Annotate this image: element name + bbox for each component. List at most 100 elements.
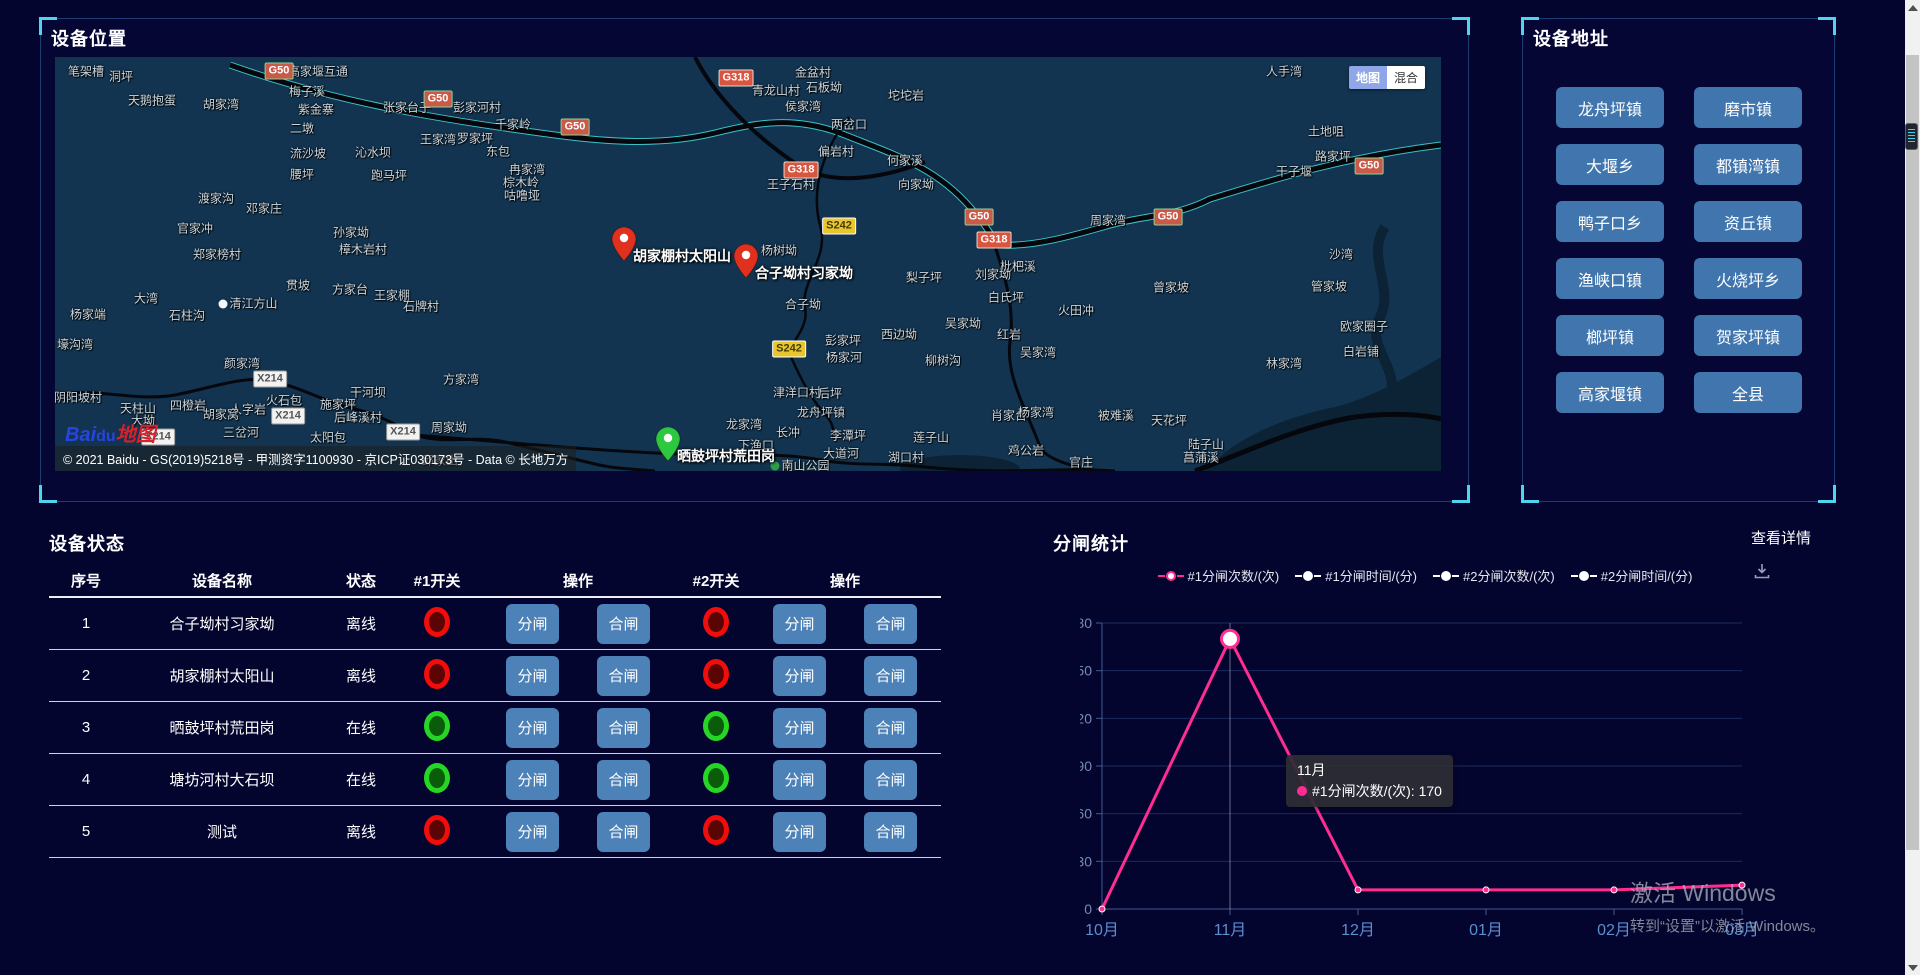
open-breaker-button[interactable]: 分闸 xyxy=(506,656,559,696)
address-button-鸭子口乡[interactable]: 鸭子口乡 xyxy=(1556,201,1664,242)
scrollbar-up-arrow[interactable] xyxy=(1908,5,1918,11)
view-details-link[interactable]: 查看详情 xyxy=(1751,527,1811,548)
operation-cell: 分闸合闸 xyxy=(473,604,683,644)
open-breaker-button[interactable]: 分闸 xyxy=(773,812,826,852)
table-cell: 合子坳村习家坳 xyxy=(123,613,321,634)
map-attribution: © 2021 Baidu - GS(2019)5218号 - 甲测资字11009… xyxy=(55,446,576,471)
map-label: 沁水坝 xyxy=(355,144,391,161)
device-pin-icon[interactable]: 合子坳村习家坳 xyxy=(733,244,759,283)
map-label: 鸡公岩 xyxy=(1008,442,1044,459)
legend-marker-icon xyxy=(1158,571,1184,581)
switch-indicator-cell xyxy=(683,815,749,849)
open-breaker-button[interactable]: 分闸 xyxy=(773,656,826,696)
legend-item[interactable]: #2分闸次数/(次) xyxy=(1433,566,1555,585)
map-label: 欧家圈子 xyxy=(1340,318,1388,335)
address-button-资丘镇[interactable]: 资丘镇 xyxy=(1694,201,1802,242)
map-type-control[interactable]: 地图 混合 xyxy=(1349,66,1425,89)
close-breaker-button[interactable]: 合闸 xyxy=(597,812,650,852)
map-label: 人手湾 xyxy=(1266,63,1302,80)
map-label: 王家湾 xyxy=(420,131,456,148)
address-button-大堰乡[interactable]: 大堰乡 xyxy=(1556,144,1664,185)
address-button-高家堰镇[interactable]: 高家堰镇 xyxy=(1556,372,1664,413)
switch-indicator-cell xyxy=(683,711,749,745)
legend-item[interactable]: #2分闸时间/(分) xyxy=(1571,566,1693,585)
address-button-火烧坪乡[interactable]: 火烧坪乡 xyxy=(1694,258,1802,299)
open-breaker-button[interactable]: 分闸 xyxy=(506,708,559,748)
table-cell: 晒鼓坪村荒田岗 xyxy=(123,717,321,738)
open-breaker-button[interactable]: 分闸 xyxy=(506,760,559,800)
switch-status-light-green xyxy=(424,711,450,741)
map-label: 火田冲 xyxy=(1058,302,1094,319)
scrollbar-thumb[interactable] xyxy=(1906,55,1919,850)
map-label: 侯家湾 xyxy=(785,98,821,115)
map-label: 官家冲 xyxy=(177,220,213,237)
table-cell: 1 xyxy=(49,615,123,632)
close-breaker-button[interactable]: 合闸 xyxy=(864,760,917,800)
table-row: 1合子坳村习家坳离线分闸合闸分闸合闸 xyxy=(49,598,941,650)
address-button-贺家坪镇[interactable]: 贺家坪镇 xyxy=(1694,315,1802,356)
map-label: 西边坳 xyxy=(881,326,917,343)
device-pin-icon[interactable]: 晒鼓坪村荒田岗 xyxy=(655,427,681,466)
map-label: 杨家端 xyxy=(70,306,106,323)
road-badge-g318: G318 xyxy=(719,70,754,87)
close-breaker-button[interactable]: 合闸 xyxy=(597,656,650,696)
map-label: 跑马坪 xyxy=(371,167,407,184)
map-type-map-button[interactable]: 地图 xyxy=(1349,66,1387,89)
address-button-榔坪镇[interactable]: 榔坪镇 xyxy=(1556,315,1664,356)
close-breaker-button[interactable]: 合闸 xyxy=(864,812,917,852)
address-button-龙舟坪镇[interactable]: 龙舟坪镇 xyxy=(1556,87,1664,128)
open-breaker-button[interactable]: 分闸 xyxy=(773,708,826,748)
download-image-icon[interactable] xyxy=(1753,562,1771,580)
scrollbar-down-arrow[interactable] xyxy=(1908,965,1918,971)
open-breaker-button[interactable]: 分闸 xyxy=(506,812,559,852)
baidu-map[interactable]: 笔架槽洞坪高家堰互通梅子溪天鹅抱蛋胡家湾紫金寨二墩张家台子彭家河村千家岭流沙坡沁… xyxy=(55,57,1441,471)
close-breaker-button[interactable]: 合闸 xyxy=(864,656,917,696)
map-label: 向家坳 xyxy=(898,176,934,193)
close-breaker-button[interactable]: 合闸 xyxy=(597,760,650,800)
map-label: 渡家沟 xyxy=(198,190,234,207)
legend-label: #1分闸次数/(次) xyxy=(1188,566,1280,585)
map-label: 后峰溪村 xyxy=(334,409,382,426)
close-breaker-button[interactable]: 合闸 xyxy=(864,604,917,644)
map-label: 壕沟湾 xyxy=(57,336,93,353)
map-label: 腰坪 xyxy=(290,166,314,183)
svg-text:120: 120 xyxy=(1080,710,1092,726)
switch-indicator-cell xyxy=(683,763,749,797)
table-cell: 测试 xyxy=(123,821,321,842)
open-breaker-button[interactable]: 分闸 xyxy=(773,604,826,644)
svg-text:12月: 12月 xyxy=(1341,922,1375,939)
map-label: 流沙坡 xyxy=(290,145,326,162)
map-label: 紫金寨 xyxy=(298,101,334,118)
close-breaker-button[interactable]: 合闸 xyxy=(864,708,917,748)
map-type-hybrid-button[interactable]: 混合 xyxy=(1387,66,1425,89)
trip-stats-title: 分闸统计 xyxy=(1053,530,1129,556)
table-cell: 离线 xyxy=(321,821,401,842)
map-label: 胡家湾 xyxy=(203,96,239,113)
legend-item[interactable]: #1分闸次数/(次) xyxy=(1158,566,1280,585)
table-cell: 2 xyxy=(49,667,123,684)
close-breaker-button[interactable]: 合闸 xyxy=(597,604,650,644)
legend-item[interactable]: #1分闸时间/(分) xyxy=(1295,566,1417,585)
map-label: 千家岭 xyxy=(495,116,531,133)
map-label: 大道河 xyxy=(823,445,859,462)
tooltip-value: #1分闸次数/(次): 170 xyxy=(1312,783,1442,799)
corner-decoration xyxy=(1452,485,1470,503)
close-breaker-button[interactable]: 合闸 xyxy=(597,708,650,748)
map-label: 彭家河村 xyxy=(453,99,501,116)
address-button-都镇湾镇[interactable]: 都镇湾镇 xyxy=(1694,144,1802,185)
map-label: 邓家庄 xyxy=(246,200,282,217)
map-label: 梅子溪 xyxy=(289,83,325,100)
open-breaker-button[interactable]: 分闸 xyxy=(773,760,826,800)
address-button-磨市镇[interactable]: 磨市镇 xyxy=(1694,87,1802,128)
open-breaker-button[interactable]: 分闸 xyxy=(506,604,559,644)
switch-indicator-cell xyxy=(683,659,749,693)
address-button-渔峡口镇[interactable]: 渔峡口镇 xyxy=(1556,258,1664,299)
device-pin-icon[interactable]: 胡家棚村太阳山 xyxy=(611,227,637,266)
map-label: 管家坡 xyxy=(1311,278,1347,295)
page-scrollbar[interactable] xyxy=(1905,0,1920,975)
device-pin-label: 晒鼓坪村荒田岗 xyxy=(677,446,775,466)
table-cell: 胡家棚村太阳山 xyxy=(123,665,321,686)
device-status-title: 设备状态 xyxy=(49,530,125,556)
map-label: 偏岩村 xyxy=(818,143,854,160)
address-button-全县[interactable]: 全县 xyxy=(1694,372,1802,413)
